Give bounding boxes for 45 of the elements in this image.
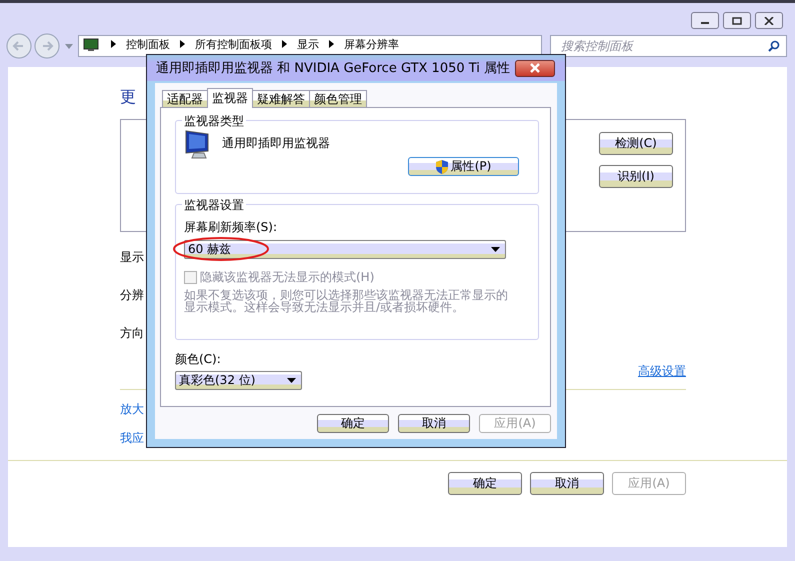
checkbox-label: 隐藏该监视器无法显示的模式(H): [200, 269, 374, 286]
maximize-icon: [732, 16, 742, 24]
tab[interactable]: 疑难解答: [252, 90, 310, 107]
tab[interactable]: 监视器: [207, 88, 253, 108]
monitor-name: 通用即插即用监视器: [222, 135, 330, 152]
tab[interactable]: 颜色管理: [309, 90, 367, 107]
search-icon: [768, 40, 780, 52]
warning-text: 如果不复选该项，则您可以选择那些该监视器无法正常显示的显示模式。这样会导致无法显示并且/或者损坏硬件。: [184, 289, 509, 313]
close-button[interactable]: [755, 12, 783, 29]
close-icon: [529, 63, 541, 73]
close-button[interactable]: [515, 60, 555, 76]
page-heading: 更: [120, 87, 136, 108]
setting-label: 方向: [120, 325, 144, 340]
setting-label: 显示: [120, 249, 144, 264]
group-title: 监视器类型: [182, 113, 246, 130]
chevron-icon[interactable]: [282, 40, 287, 48]
cancel-button[interactable]: 取消: [398, 414, 470, 433]
caret-icon: [491, 247, 500, 252]
tab[interactable]: 适配器: [162, 90, 208, 107]
cancel-button[interactable]: 取消: [530, 472, 604, 495]
detect-button[interactable]: 检测(C): [599, 132, 673, 155]
color-label: 颜色(C):: [175, 351, 222, 368]
advanced-settings-link[interactable]: 高级设置: [638, 363, 686, 380]
breadcrumb-item[interactable]: 所有控制面板项: [195, 37, 272, 52]
minimize-button[interactable]: [691, 12, 719, 29]
color-depth-dropdown[interactable]: 真彩色(32 位): [175, 371, 302, 390]
chevron-icon[interactable]: [111, 40, 116, 48]
breadcrumb-item[interactable]: 显示: [297, 37, 319, 52]
ok-button[interactable]: 确定: [448, 472, 522, 495]
close-icon: [764, 16, 774, 24]
ok-button[interactable]: 确定: [317, 414, 389, 433]
monitor-icon: [83, 38, 99, 52]
chevron-icon[interactable]: [329, 40, 334, 48]
properties-button[interactable]: 属性(P): [408, 157, 519, 176]
maximize-button[interactable]: [723, 12, 751, 29]
setting-label: 分辨: [120, 287, 144, 302]
identify-button[interactable]: 识别(I): [599, 165, 673, 188]
caret-icon: [287, 378, 296, 383]
shield-icon: [436, 160, 448, 174]
breadcrumb-item[interactable]: 屏幕分辨率: [344, 37, 399, 52]
breadcrumb-item[interactable]: 控制面板: [126, 37, 170, 52]
chevron-icon[interactable]: [180, 40, 185, 48]
dialog-title: 通用即插即用监视器 和 NVIDIA GeForce GTX 1050 Ti 属性: [156, 60, 510, 77]
refresh-rate-label: 屏幕刷新频率(S):: [184, 219, 278, 236]
refresh-rate-dropdown[interactable]: 60 赫兹: [184, 240, 506, 259]
